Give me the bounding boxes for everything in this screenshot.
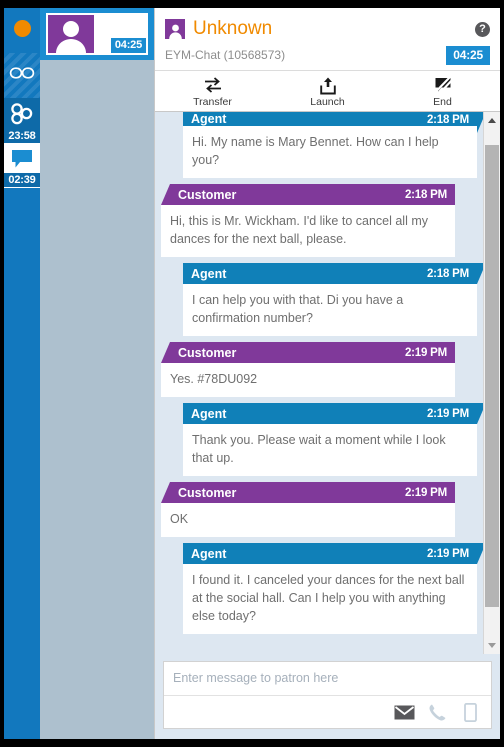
page-title: Unknown <box>193 18 273 39</box>
message-header: Agent 2:18 PM <box>183 112 483 133</box>
speech-bubble-icon <box>4 147 40 171</box>
message-customer: Customer 2:19 PM Yes. #78DU092 <box>161 342 455 397</box>
launch-label: Launch <box>310 96 345 108</box>
message-input[interactable] <box>164 662 491 695</box>
message-sender: Agent <box>191 112 227 126</box>
message-text: I can help you with that. Di you have a … <box>183 284 477 336</box>
infinity-link-icon <box>4 61 40 85</box>
scroll-up-button[interactable] <box>484 112 500 129</box>
rail-empty-space <box>4 188 40 739</box>
rail-item-cases-timer: 23:58 <box>8 130 36 142</box>
launch-upload-icon <box>319 75 337 95</box>
message-timestamp: 2:19 PM <box>404 346 447 359</box>
application-window: 23:58 02:39 04:25 Unknown ? EYM-Chat (10… <box>0 0 504 747</box>
launch-button[interactable]: Launch <box>270 75 385 109</box>
message-sender: Agent <box>191 406 227 421</box>
orange-dot-icon <box>4 16 40 40</box>
transfer-button[interactable]: Transfer <box>155 75 270 109</box>
message-header: Agent 2:18 PM <box>183 263 483 284</box>
message-header: Customer 2:18 PM <box>161 184 455 205</box>
composer-actions <box>164 695 491 728</box>
message-agent: Agent 2:18 PM I can help you with that. Di… <box>183 263 483 336</box>
rail-item-chat-timer: 02:39 <box>4 173 40 187</box>
message-sender: Customer <box>178 345 237 360</box>
message-text: Thank you. Please wait a moment while I … <box>183 424 477 476</box>
interaction-card[interactable]: 04:25 <box>40 8 154 60</box>
scroll-down-button[interactable] <box>484 637 500 654</box>
message-header: Agent 2:19 PM <box>183 403 483 424</box>
message-timestamp: 2:19 PM <box>404 486 447 499</box>
message-text: I found it. I canceled your dances for t… <box>183 564 477 634</box>
message-sender: Customer <box>178 485 237 500</box>
message-agent: Agent 2:19 PM I found it. I canceled your … <box>183 543 483 634</box>
message-timestamp: 2:18 PM <box>426 267 469 280</box>
transfer-label: Transfer <box>193 96 232 108</box>
rail-item-cases[interactable]: 23:58 <box>4 98 40 143</box>
composer <box>163 661 492 729</box>
message-text: Hi, this is Mr. Wickham. I'd like to can… <box>161 205 455 257</box>
message-list: Agent 2:18 PM Hi. My name is Mary Bennet. … <box>155 112 483 654</box>
person-icon <box>48 15 94 53</box>
rail-item-links[interactable] <box>4 53 40 98</box>
scrollbar-thumb[interactable] <box>485 145 499 607</box>
help-circle-icon[interactable]: ? <box>475 21 490 37</box>
message-sender: Customer <box>178 187 237 202</box>
chevron-down-icon <box>488 643 496 648</box>
interaction-card-timer: 04:25 <box>110 38 146 53</box>
mobile-icon[interactable] <box>459 701 481 723</box>
end-chat-icon <box>433 75 453 95</box>
message-customer: Customer 2:19 PM OK <box>161 482 455 537</box>
session-timer-badge: 04:25 <box>446 45 490 65</box>
message-text: Hi. My name is Mary Bennet. How can I he… <box>183 126 477 178</box>
message-timestamp: 2:19 PM <box>426 407 469 420</box>
rail-item-status[interactable] <box>4 8 40 53</box>
message-header: Customer 2:19 PM <box>161 342 455 363</box>
message-timestamp: 2:19 PM <box>426 547 469 560</box>
chat-panel-header: Unknown ? EYM-Chat (10568573) 04:25 <box>155 8 500 70</box>
end-button[interactable]: End <box>385 75 500 109</box>
chevron-up-icon <box>488 118 496 123</box>
message-customer: Customer 2:18 PM Hi, this is Mr. Wickham. … <box>161 184 455 257</box>
phone-icon[interactable] <box>426 701 448 723</box>
transcript-scrollbar[interactable] <box>483 112 500 654</box>
rail-item-chat[interactable]: 02:39 <box>4 143 40 188</box>
message-timestamp: 2:18 PM <box>404 188 447 201</box>
message-header: Agent 2:19 PM <box>183 543 483 564</box>
message-timestamp: 2:18 PM <box>426 114 469 126</box>
message-text: OK <box>161 503 455 537</box>
chat-panel: Unknown ? EYM-Chat (10568573) 04:25 Tran… <box>154 8 500 739</box>
transfer-arrows-icon <box>203 75 223 95</box>
three-circles-icon <box>4 102 40 126</box>
channel-label: EYM-Chat (10568573) <box>165 48 286 62</box>
message-sender: Agent <box>191 546 227 561</box>
email-icon[interactable] <box>393 701 415 723</box>
chat-toolbar: Transfer Launch End <box>155 70 500 112</box>
end-label: End <box>433 96 452 108</box>
message-agent: Agent 2:19 PM Thank you. Please wait a mom… <box>183 403 483 476</box>
message-agent: Agent 2:18 PM Hi. My name is Mary Bennet. … <box>183 112 483 178</box>
person-badge-icon <box>165 19 185 39</box>
left-icon-rail: 23:58 02:39 <box>4 8 40 739</box>
message-header: Customer 2:19 PM <box>161 482 455 503</box>
message-text: Yes. #78DU092 <box>161 363 455 397</box>
interaction-list: 04:25 <box>40 8 154 739</box>
message-sender: Agent <box>191 266 227 281</box>
message-transcript: Agent 2:18 PM Hi. My name is Mary Bennet. … <box>155 112 500 654</box>
composer-area <box>155 654 500 739</box>
